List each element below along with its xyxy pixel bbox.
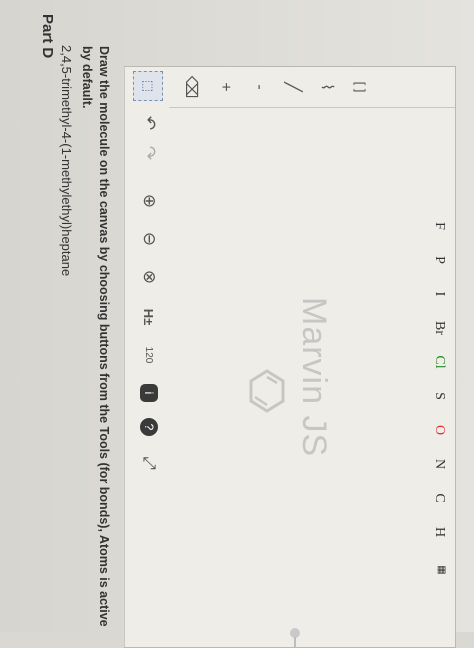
atom-s-button[interactable]: S (431, 385, 447, 407)
atom-h-button[interactable]: H (431, 521, 447, 543)
part-title: Part D (39, 14, 56, 59)
single-bond-tool[interactable]: ╱ (281, 73, 305, 101)
isotope-button[interactable]: 120 (135, 341, 163, 369)
hydrogen-toggle-button[interactable]: H± (135, 303, 163, 331)
atom-c-button[interactable]: C (431, 487, 447, 509)
molecule-name: 2,4,5-trimethyl-4-(1-methylethyl)heptane (59, 45, 74, 277)
select-tool[interactable]: ⬚ (133, 71, 163, 101)
atom-o-button[interactable]: O (431, 419, 447, 441)
charge-plus-tool[interactable]: + (213, 73, 237, 101)
periodic-table-icon[interactable]: ▦ (436, 559, 447, 581)
canvas-pin-icon (285, 627, 305, 647)
left-toolbar: ⌫ + - ╱ ⌇ [ ] (169, 67, 455, 108)
atom-p-button[interactable]: P (431, 249, 447, 271)
undo-icon: ↶ (140, 115, 159, 131)
erase-tool[interactable]: ⌫ (179, 73, 203, 101)
undo-button[interactable]: ↶ (135, 109, 163, 137)
atom-n-button[interactable]: N (431, 453, 447, 475)
zoom-in-icon: ⊕ (140, 193, 159, 209)
watermark-text: Marvin JS (295, 297, 333, 458)
atom-br-button[interactable]: Br (431, 317, 447, 339)
marvin-watermark: Marvin JS (233, 297, 333, 467)
hydrogen-icon: H± (141, 308, 157, 326)
chain-tool[interactable]: ⌇ (315, 73, 339, 101)
zoom-in-button[interactable]: ⊕ (135, 187, 163, 215)
bracket-icon: [ ] (353, 81, 369, 93)
charge-minus-tool[interactable]: - (247, 73, 271, 101)
bond-icon: ╱ (284, 82, 301, 92)
info-icon: i (140, 384, 158, 402)
isotope-icon: 120 (143, 346, 155, 364)
info-button[interactable]: i (135, 379, 163, 407)
instructions: Draw the molecule on the canvas by choos… (80, 46, 111, 627)
atoms-toolbar: ▦ H C N O S Cl Br I P F (421, 67, 455, 647)
marvin-editor[interactable]: ⬚ ↶ ↷ ⊕ ⊖ ⊗ H± 120 i ? ⤢ ⌫ + - ╱ ⌇ [ ] ▦ (124, 66, 456, 648)
chain-icon: ⌇ (318, 83, 335, 91)
bracket-tool[interactable]: [ ] (349, 73, 373, 101)
help-icon: ? (140, 418, 158, 436)
zoom-out-button[interactable]: ⊖ (135, 225, 163, 253)
benzene-logo-icon (249, 369, 285, 413)
atom-i-button[interactable]: I (431, 283, 447, 305)
clear-button[interactable]: ⊗ (135, 263, 163, 291)
screen: Part D 2,4,5-trimethyl-4-(1-methylethyl)… (0, 0, 474, 648)
select-icon: ⬚ (141, 79, 156, 93)
atom-f-button[interactable]: F (431, 215, 447, 237)
top-toolbar: ⬚ ↶ ↷ ⊕ ⊖ ⊗ H± 120 i ? ⤢ (124, 67, 169, 647)
fullscreen-button[interactable]: ⤢ (135, 449, 163, 477)
redo-icon: ↷ (140, 145, 159, 161)
redo-button[interactable]: ↷ (135, 139, 163, 167)
clear-icon: ⊗ (140, 269, 159, 285)
eraser-icon: ⌫ (182, 75, 199, 99)
expand-icon: ⤢ (140, 456, 159, 470)
plus-icon: + (217, 82, 234, 92)
atom-cl-button[interactable]: Cl (431, 351, 447, 373)
zoom-out-icon: ⊖ (140, 231, 159, 247)
help-button[interactable]: ? (135, 413, 163, 441)
minus-icon: - (251, 84, 268, 90)
